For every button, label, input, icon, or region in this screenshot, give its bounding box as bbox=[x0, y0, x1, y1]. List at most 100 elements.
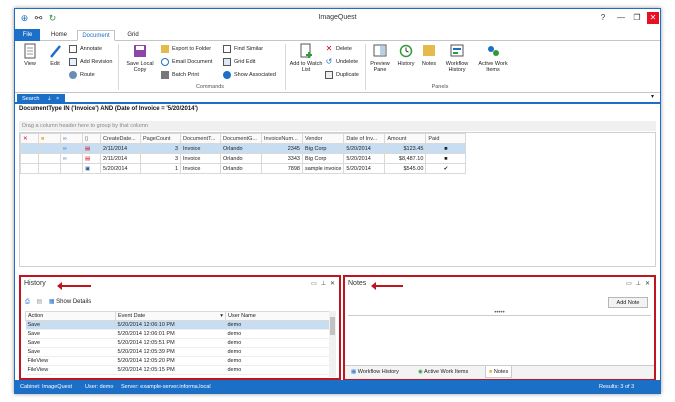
find-similar-button[interactable]: Find Similar bbox=[223, 44, 263, 54]
edit-button[interactable]: Edit bbox=[45, 43, 65, 67]
table-row[interactable]: ∞ ▤ 2/11/2014 3 Invoice Orlando 2345 Big… bbox=[20, 143, 467, 154]
export-to-folder-button[interactable]: Export to Folder bbox=[161, 44, 211, 54]
cell-paid-checkbox[interactable]: ✔ bbox=[425, 163, 467, 174]
batch-print-button[interactable]: Batch Print bbox=[161, 70, 199, 80]
table-row[interactable]: ▣ 5/20/2014 1 Invoice Orlando 7898 sampl… bbox=[20, 163, 467, 174]
ribbon-separator bbox=[118, 44, 119, 90]
tab-workflow-history[interactable]: ▦ Workflow History bbox=[348, 366, 402, 378]
save-local-copy-button[interactable]: Save Local Copy bbox=[122, 43, 158, 73]
link-column-header[interactable]: ∞ bbox=[60, 133, 83, 144]
close-tab-icon[interactable]: × bbox=[56, 94, 59, 104]
add-revision-button[interactable]: Add Revision bbox=[69, 57, 112, 67]
table-row[interactable]: Save 5/20/2014 12:05:39 PM demo bbox=[25, 347, 335, 357]
export-icon[interactable]: ▤ bbox=[36, 299, 42, 305]
folder-column-header[interactable]: ■ bbox=[38, 133, 61, 144]
table-row[interactable]: FileView 5/20/2014 12:05:20 PM demo bbox=[25, 356, 335, 366]
cell-paid-checkbox[interactable]: ■ bbox=[425, 153, 467, 164]
tab-grid[interactable]: Grid bbox=[119, 30, 147, 41]
duplicate-button[interactable]: Duplicate bbox=[325, 70, 359, 80]
col-event-date[interactable]: Event Date ▾ bbox=[115, 311, 226, 321]
email-document-button[interactable]: Email Document bbox=[161, 57, 212, 67]
col-page-count[interactable]: PageCount bbox=[140, 133, 181, 144]
notes-icon bbox=[423, 45, 435, 56]
cell-action: Save bbox=[25, 329, 116, 339]
tab-document[interactable]: Document bbox=[77, 30, 115, 41]
delete-column-header[interactable]: ✕ bbox=[20, 133, 39, 144]
tab-workflow-history-label: Workflow History bbox=[357, 369, 399, 375]
grid-edit-button[interactable]: Grid Edit bbox=[223, 57, 255, 67]
table-row[interactable]: ∞ ▤ 2/11/2014 3 Invoice Orlando 3343 Big… bbox=[20, 153, 467, 164]
link-icon[interactable]: ∞ bbox=[60, 153, 83, 164]
watch-list-icon bbox=[300, 43, 312, 58]
cell-amount: $123.45 bbox=[384, 143, 427, 154]
annotate-button[interactable]: Annotate bbox=[69, 44, 102, 54]
delete-button[interactable]: ✕ Delete bbox=[325, 44, 352, 54]
cell-event-date: 5/20/2014 12:05:20 PM bbox=[115, 356, 226, 366]
undelete-button[interactable]: ↺ Undelete bbox=[325, 57, 358, 67]
filetype-column-header[interactable]: ▯ bbox=[82, 133, 101, 144]
history-scrollbar[interactable] bbox=[329, 311, 336, 377]
workflow-history-label: Workflow History bbox=[445, 61, 469, 73]
document-icon bbox=[24, 43, 36, 59]
route-button[interactable]: Route bbox=[69, 70, 95, 80]
tab-search[interactable]: Search ⇣ × bbox=[17, 94, 65, 104]
panel-restore-icon[interactable]: ▭ bbox=[311, 281, 317, 287]
show-details-icon[interactable]: ▦ bbox=[49, 299, 55, 305]
col-document-group[interactable]: DocumentG... bbox=[220, 133, 262, 144]
show-associated-button[interactable]: Show Associated bbox=[223, 70, 276, 80]
add-note-button[interactable]: Add Note bbox=[608, 297, 648, 308]
cell-date-of-invoice: 5/20/2014 bbox=[343, 163, 386, 174]
col-date-of-invoice[interactable]: Date of Inv... bbox=[343, 133, 386, 144]
help-icon[interactable]: ? bbox=[597, 12, 609, 24]
panel-close-icon[interactable]: ✕ bbox=[645, 281, 650, 287]
add-to-watch-list-button[interactable]: Add to Watch List bbox=[289, 43, 323, 73]
cell-paid-checkbox[interactable]: ■ bbox=[425, 143, 467, 154]
col-invoice-number[interactable]: InvoiceNum... bbox=[261, 133, 303, 144]
minimize-button[interactable]: — bbox=[615, 12, 627, 24]
file-icon: ▯ bbox=[85, 135, 89, 142]
panel-close-icon[interactable]: ✕ bbox=[330, 281, 335, 287]
active-work-items-button[interactable]: Active Work Items bbox=[476, 43, 510, 73]
col-action[interactable]: Action bbox=[25, 311, 116, 321]
workflow-history-button[interactable]: Workflow History bbox=[442, 43, 472, 73]
table-row[interactable]: FileView 5/20/2014 12:05:15 PM demo bbox=[25, 365, 335, 375]
printer-icon[interactable]: ⎙ bbox=[25, 299, 30, 305]
table-row[interactable]: Save 5/20/2014 12:06:01 PM demo bbox=[25, 329, 335, 339]
panel-pin-icon[interactable]: ⊥ bbox=[636, 281, 641, 287]
link-icon[interactable]: ∞ bbox=[60, 143, 83, 154]
table-row[interactable]: Save 5/20/2014 12:06:10 PM demo bbox=[25, 320, 335, 330]
tab-dropdown-icon[interactable]: ▾ bbox=[651, 93, 654, 100]
find-similar-label: Find Similar bbox=[234, 46, 264, 52]
title-bar: ⊕ ⚯ ↻ ImageQuest ? — ❐ ✕ bbox=[15, 9, 660, 29]
row-cell bbox=[38, 143, 61, 154]
scrollbar-thumb[interactable] bbox=[330, 317, 335, 335]
notes-button[interactable]: Notes bbox=[419, 43, 439, 67]
col-vendor[interactable]: Vendor bbox=[301, 133, 345, 144]
tab-notes[interactable]: ■ Notes bbox=[485, 366, 513, 378]
view-button[interactable]: View bbox=[19, 43, 41, 67]
pdf-icon: ▤ bbox=[82, 153, 101, 164]
panel-restore-icon[interactable]: ▭ bbox=[626, 281, 632, 287]
preview-pane-button[interactable]: Preview Pane bbox=[368, 43, 392, 73]
col-create-date[interactable]: CreateDate... bbox=[100, 133, 141, 144]
col-paid[interactable]: Paid bbox=[425, 133, 467, 144]
table-row[interactable]: Save 5/20/2014 12:05:51 PM demo bbox=[25, 338, 335, 348]
tab-active-work-items[interactable]: ◉ Active Work Items bbox=[415, 366, 471, 378]
restore-button[interactable]: ❐ bbox=[631, 12, 643, 24]
col-amount[interactable]: Amount bbox=[384, 133, 427, 144]
col-user-name[interactable]: User Name bbox=[225, 311, 335, 321]
close-button[interactable]: ✕ bbox=[647, 12, 659, 24]
view-label: View bbox=[24, 61, 36, 67]
tab-home[interactable]: Home bbox=[46, 30, 72, 41]
col-document-type[interactable]: DocumentT... bbox=[180, 133, 221, 144]
edit-label: Edit bbox=[50, 61, 60, 67]
history-button[interactable]: History bbox=[395, 43, 417, 67]
word-doc-icon: ▣ bbox=[82, 163, 101, 174]
group-by-bar[interactable]: Drag a column header here to group by th… bbox=[19, 121, 656, 131]
tab-file[interactable]: File bbox=[15, 29, 40, 41]
show-details-button[interactable]: Show Details bbox=[56, 299, 91, 305]
pin-icon[interactable]: ⇣ bbox=[47, 94, 52, 104]
panel-pin-icon[interactable]: ⊥ bbox=[321, 281, 326, 287]
history-clock-icon bbox=[399, 44, 413, 58]
route-label: Route bbox=[80, 72, 95, 78]
